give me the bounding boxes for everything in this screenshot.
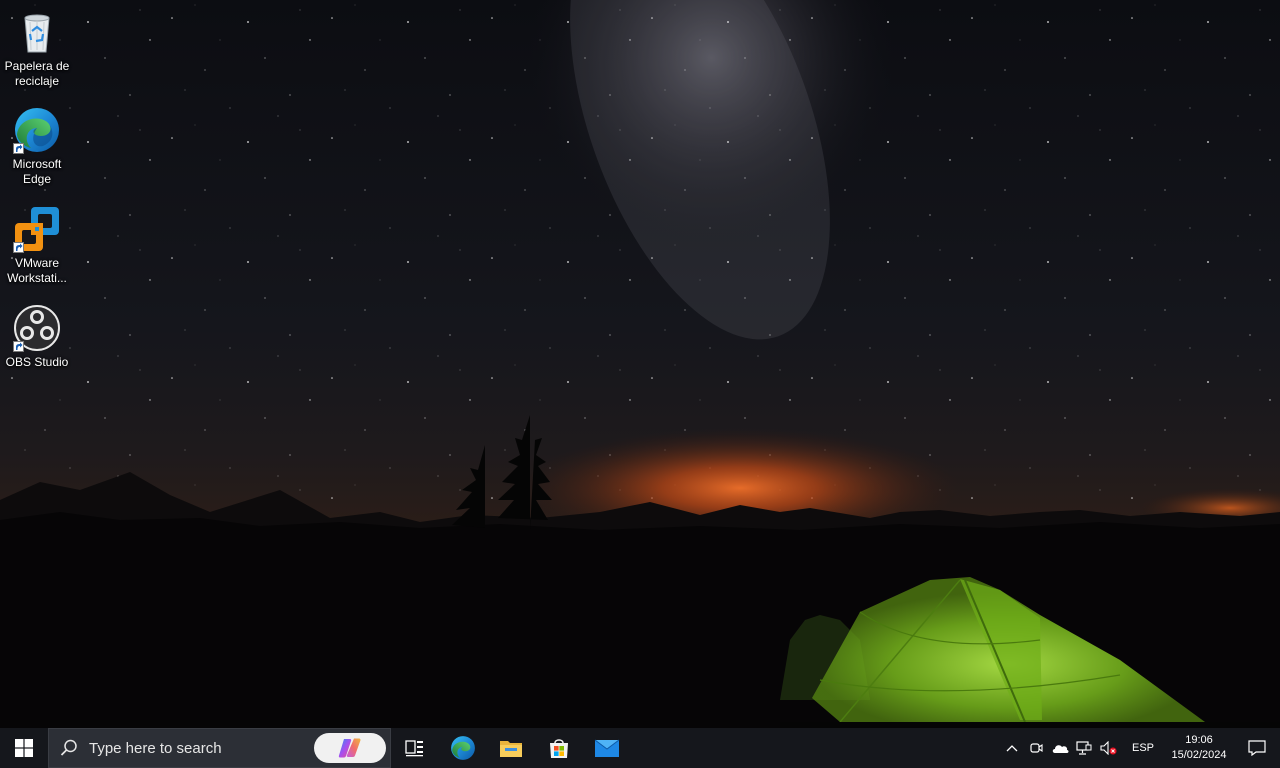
windows-logo-icon xyxy=(15,739,33,757)
input-language-button[interactable]: ESP xyxy=(1122,728,1164,768)
start-button[interactable] xyxy=(0,728,48,768)
desktop-wallpaper xyxy=(0,0,1280,728)
recycle-bin-icon xyxy=(13,8,61,56)
obs-icon xyxy=(13,304,61,352)
onedrive-cloud-icon xyxy=(1052,745,1069,753)
system-tray: ESP 19:06 15/02/2024 xyxy=(1000,728,1280,768)
edge-icon xyxy=(451,736,475,760)
meet-now-button[interactable] xyxy=(1024,728,1048,768)
desktop-icon-label: Microsoft Edge xyxy=(12,157,62,186)
notification-center-button[interactable] xyxy=(1234,728,1280,768)
desktop-icon-recycle-bin[interactable]: Papelera de reciclaje xyxy=(2,8,72,89)
camera-icon xyxy=(1030,743,1043,753)
network-icon xyxy=(1076,741,1092,755)
edge-icon xyxy=(13,106,61,154)
file-explorer-icon xyxy=(500,741,522,757)
desktop-icon-obs[interactable]: OBS Studio xyxy=(2,304,72,370)
vmware-icon xyxy=(13,205,61,253)
taskbar-microsoft-store-button[interactable] xyxy=(535,728,583,768)
wallpaper-night-sky xyxy=(0,0,1280,728)
taskbar-file-explorer-button[interactable] xyxy=(487,728,535,768)
volume-button[interactable] xyxy=(1096,728,1122,768)
shortcut-arrow-icon xyxy=(13,242,24,253)
taskbar-mail-button[interactable] xyxy=(583,728,631,768)
microsoft-store-icon xyxy=(550,739,568,758)
clock-date: 15/02/2024 xyxy=(1171,749,1227,761)
network-button[interactable] xyxy=(1072,728,1096,768)
taskbar: Type here to search ESP 19:06 15/02/2024 xyxy=(0,728,1280,768)
clock[interactable]: 19:06 15/02/2024 xyxy=(1164,728,1234,768)
clock-time: 19:06 xyxy=(1185,734,1213,746)
chevron-up-icon xyxy=(1006,745,1018,752)
mail-icon xyxy=(594,739,620,757)
desktop-icon-label: Papelera de reciclaje xyxy=(4,59,70,88)
show-hidden-icons-button[interactable] xyxy=(1000,728,1024,768)
shortcut-arrow-icon xyxy=(13,341,24,352)
task-view-icon xyxy=(405,740,423,757)
copilot-icon xyxy=(338,738,361,758)
desktop-icon-label: OBS Studio xyxy=(5,355,69,369)
search-icon xyxy=(60,739,77,756)
onedrive-button[interactable] xyxy=(1048,728,1072,768)
desktop-icon-edge[interactable]: Microsoft Edge xyxy=(2,106,72,187)
search-placeholder: Type here to search xyxy=(89,739,222,757)
desktop-icon-vmware[interactable]: VMware Workstati... xyxy=(2,205,72,286)
shortcut-arrow-icon xyxy=(13,143,24,154)
taskbar-search-box[interactable]: Type here to search xyxy=(48,728,391,768)
speaker-muted-icon xyxy=(1100,741,1117,755)
task-view-button[interactable] xyxy=(391,728,439,768)
taskbar-edge-button[interactable] xyxy=(439,728,487,768)
desktop-icon-label: VMware Workstati... xyxy=(7,256,67,285)
copilot-button[interactable] xyxy=(314,733,386,763)
notification-icon xyxy=(1248,740,1266,756)
